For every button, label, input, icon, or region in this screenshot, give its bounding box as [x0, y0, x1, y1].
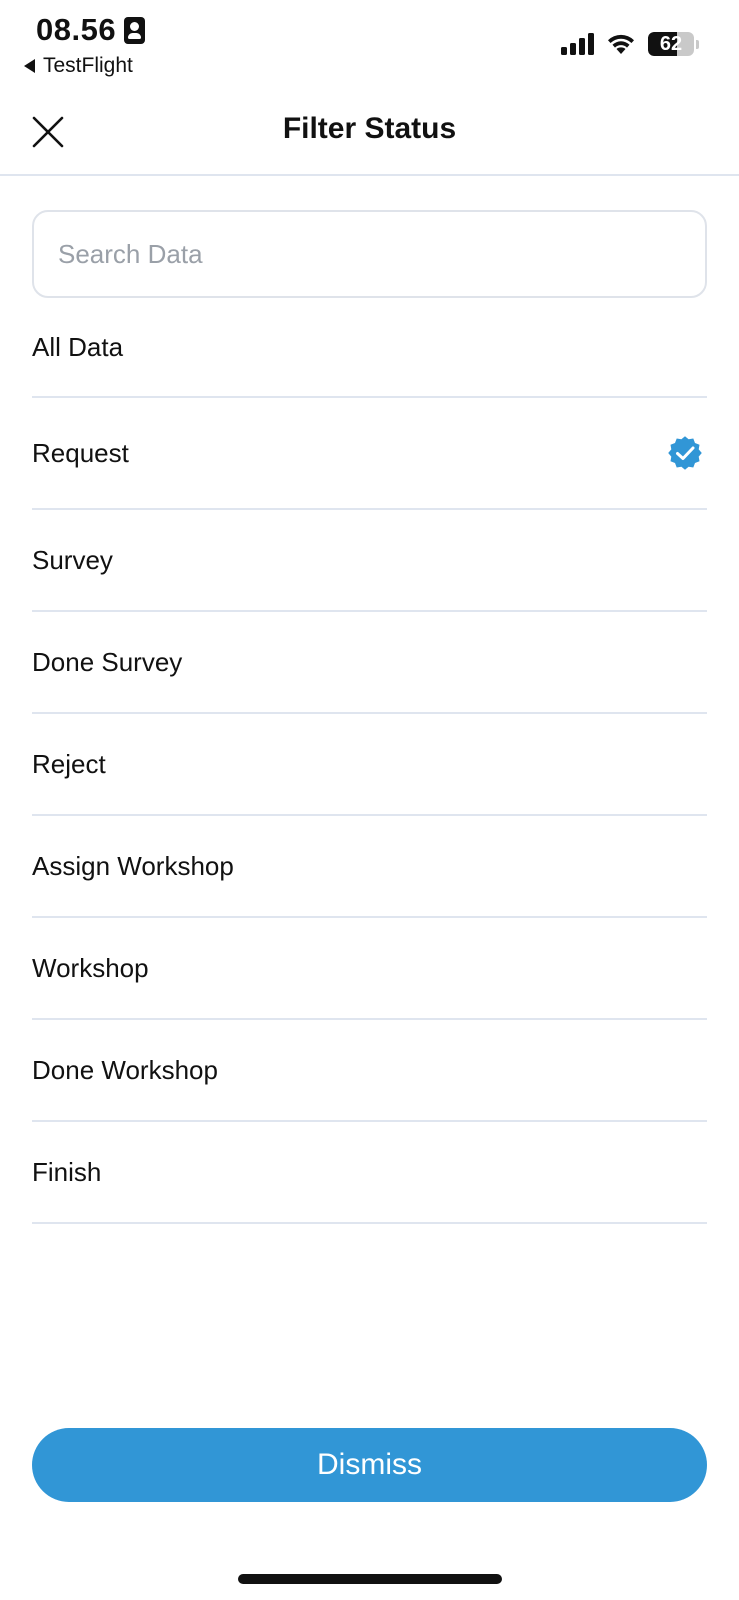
filter-option-request[interactable]: Request: [32, 398, 707, 510]
battery-cap: [696, 39, 699, 49]
signal-icon: [561, 33, 594, 55]
filter-option-reject[interactable]: Reject: [32, 714, 707, 816]
filter-option-workshop[interactable]: Workshop: [32, 918, 707, 1020]
filter-option-label: Request: [32, 437, 129, 468]
filter-option-done-workshop[interactable]: Done Workshop: [32, 1020, 707, 1122]
back-app-label: TestFlight: [43, 54, 133, 77]
filter-option-label: All Data: [32, 331, 124, 362]
back-arrow-icon: [24, 59, 35, 73]
filter-option-all-data[interactable]: All Data: [32, 298, 707, 398]
clock-text: 08.56: [36, 12, 117, 47]
id-badge-icon: [124, 16, 146, 44]
header: Filter Status: [0, 90, 739, 176]
filter-option-assign-workshop[interactable]: Assign Workshop: [32, 816, 707, 918]
filter-option-done-survey[interactable]: Done Survey: [32, 612, 707, 714]
home-indicator: [238, 1574, 502, 1584]
filter-option-label: Workshop: [32, 952, 149, 983]
status-indicators: 62: [561, 32, 699, 56]
wifi-icon: [608, 34, 634, 54]
filter-option-label: Survey: [32, 544, 113, 575]
status-time: 08.56: [36, 12, 146, 48]
filter-option-label: Done Workshop: [32, 1054, 218, 1085]
page-title: Filter Status: [282, 112, 457, 145]
filter-options-list: All Data Request Survey Done Survey Reje…: [32, 298, 707, 1224]
filter-option-label: Finish: [32, 1156, 102, 1187]
back-to-app-link[interactable]: TestFlight: [24, 54, 133, 78]
filter-option-label: Reject: [32, 748, 106, 779]
check-badge-icon: [668, 436, 702, 470]
search-input[interactable]: [58, 212, 678, 296]
battery-level: 62: [659, 33, 683, 55]
search-box: [32, 210, 707, 298]
filter-option-survey[interactable]: Survey: [32, 510, 707, 612]
filter-option-label: Assign Workshop: [32, 850, 234, 881]
filter-option-label: Done Survey: [32, 646, 183, 677]
status-bar: 08.56 TestFlight 62: [0, 0, 739, 90]
filter-option-finish[interactable]: Finish: [32, 1122, 707, 1224]
dismiss-button[interactable]: Dismiss: [32, 1428, 707, 1502]
battery-icon: 62: [648, 32, 694, 56]
